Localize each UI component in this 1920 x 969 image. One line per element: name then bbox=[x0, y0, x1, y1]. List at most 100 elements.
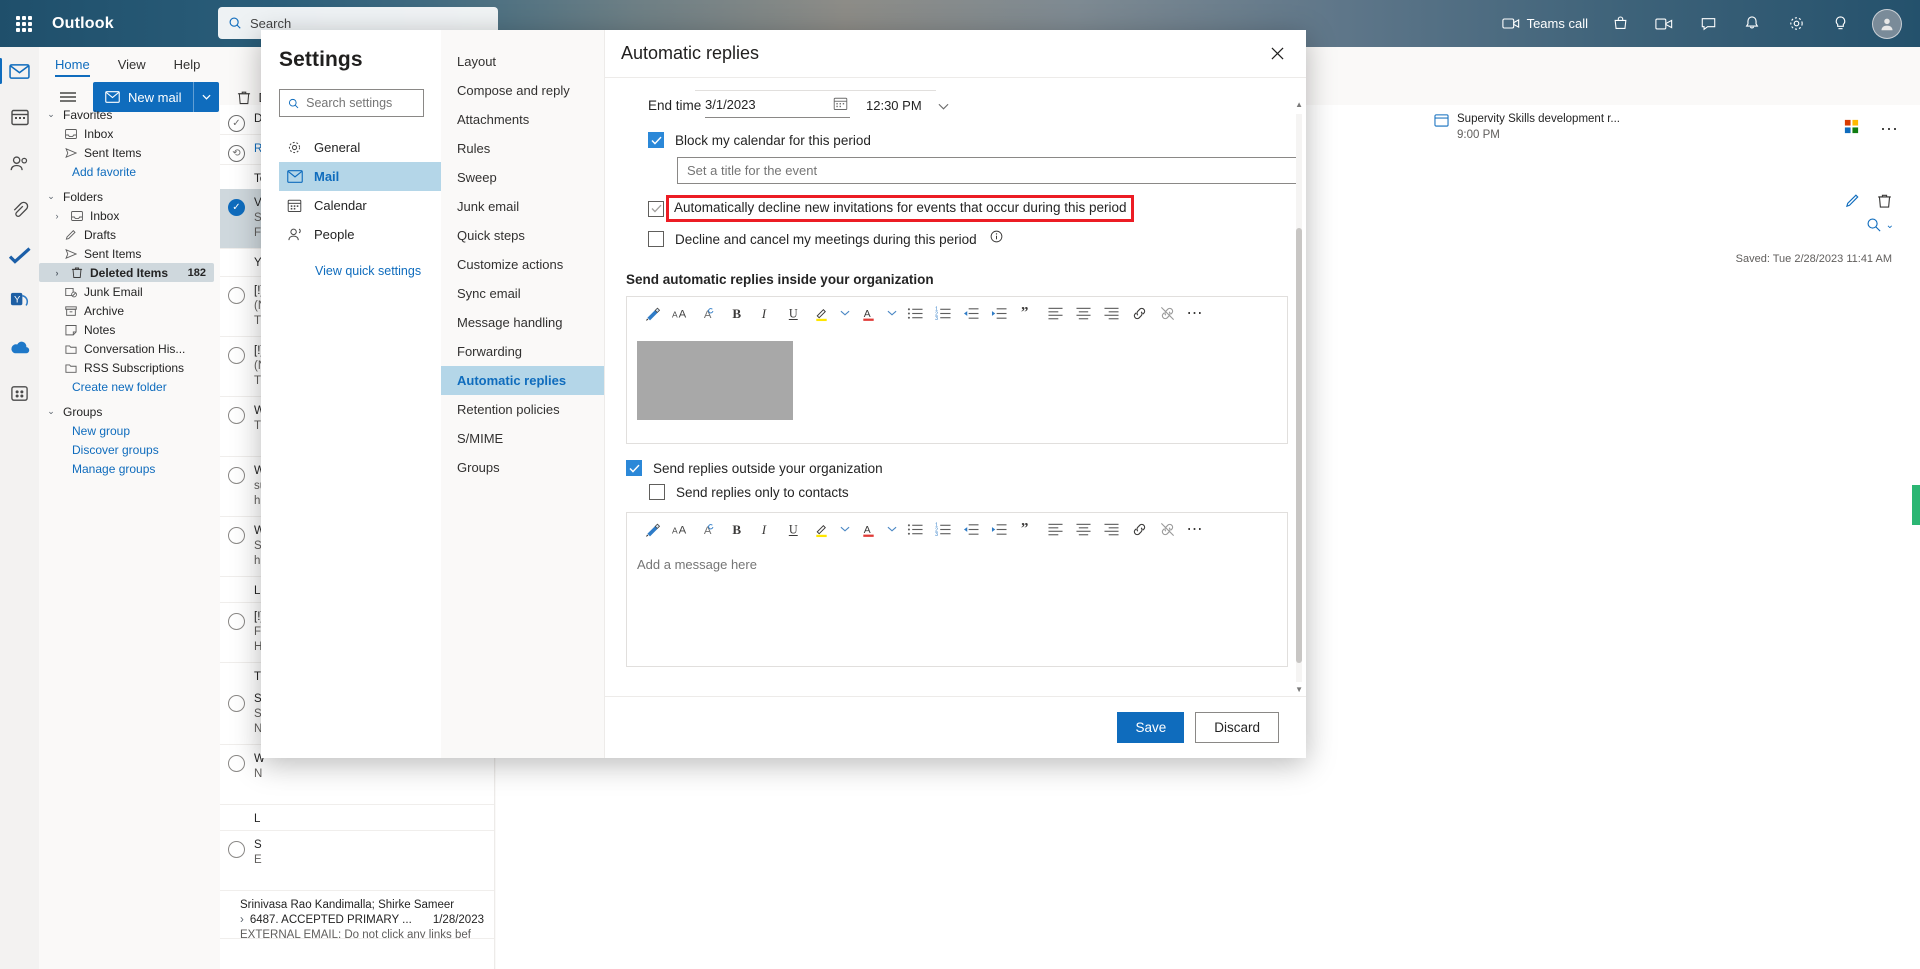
select-circle-icon[interactable] bbox=[228, 527, 245, 544]
insert-link-icon[interactable] bbox=[1125, 514, 1153, 544]
trash-icon[interactable] bbox=[1877, 193, 1892, 214]
settings-gear-icon[interactable] bbox=[1776, 0, 1816, 47]
format-painter-icon[interactable] bbox=[639, 514, 667, 544]
align-center-icon[interactable] bbox=[1069, 514, 1097, 544]
list-item[interactable]: S E bbox=[220, 831, 494, 891]
subnav-item-groups[interactable]: Groups bbox=[441, 453, 604, 482]
manage-groups-link[interactable]: Manage groups bbox=[39, 459, 220, 478]
end-time-select[interactable]: 12:30 PM bbox=[866, 98, 949, 113]
waffle-icon[interactable] bbox=[0, 0, 48, 47]
numbered-list-icon[interactable]: 123 bbox=[929, 514, 957, 544]
more-options-icon[interactable]: ⋯ bbox=[1181, 298, 1209, 328]
sidebar-item-mail[interactable]: Mail bbox=[279, 162, 441, 191]
select-circle-icon[interactable] bbox=[228, 287, 245, 304]
folder-drafts[interactable]: Drafts bbox=[39, 225, 220, 244]
underline-icon[interactable]: U bbox=[779, 514, 807, 544]
rail-todo-icon[interactable] bbox=[4, 239, 36, 271]
favorites-group-header[interactable]: ⌄ Favorites bbox=[39, 105, 220, 124]
increase-indent-icon[interactable] bbox=[985, 514, 1013, 544]
folder-sent-items[interactable]: Sent Items bbox=[39, 244, 220, 263]
decrease-indent-icon[interactable] bbox=[957, 298, 985, 328]
sidebar-item-calendar[interactable]: Calendar bbox=[279, 191, 441, 220]
settings-search-field[interactable] bbox=[306, 96, 415, 110]
decline-cancel-row[interactable]: Decline and cancel my meetings during th… bbox=[648, 230, 1288, 248]
numbered-list-icon[interactable]: 123 bbox=[929, 298, 957, 328]
folder-notes[interactable]: Notes bbox=[39, 320, 220, 339]
folder-inbox[interactable]: › Inbox bbox=[39, 206, 220, 225]
calendar-icon[interactable] bbox=[833, 96, 848, 114]
restore-icon[interactable]: ⟲ bbox=[228, 145, 245, 162]
rail-attachments-icon[interactable] bbox=[4, 193, 36, 225]
groups-group-header[interactable]: ⌄ Groups bbox=[39, 402, 220, 421]
folder-favorite-sent[interactable]: Sent Items bbox=[39, 143, 220, 162]
select-circle-icon[interactable] bbox=[228, 467, 245, 484]
tab-view[interactable]: View bbox=[118, 57, 146, 77]
font-color-chevron-down-icon[interactable] bbox=[882, 298, 901, 328]
create-new-folder-link[interactable]: Create new folder bbox=[39, 377, 220, 396]
select-circle-icon[interactable] bbox=[228, 347, 245, 364]
subnav-item-junk-email[interactable]: Junk email bbox=[441, 192, 604, 221]
bulleted-list-icon[interactable] bbox=[901, 514, 929, 544]
auto-decline-row[interactable]: Automatically decline new invitations fo… bbox=[648, 195, 1288, 222]
rail-yammer-icon[interactable]: Y bbox=[4, 285, 36, 317]
save-button[interactable]: Save bbox=[1117, 712, 1185, 743]
close-icon[interactable] bbox=[1263, 40, 1291, 68]
remove-link-icon[interactable] bbox=[1153, 514, 1181, 544]
align-right-icon[interactable] bbox=[1097, 298, 1125, 328]
meet-now-icon[interactable] bbox=[1644, 0, 1684, 47]
tab-home[interactable]: Home bbox=[55, 57, 90, 77]
discover-groups-link[interactable]: Discover groups bbox=[39, 440, 220, 459]
italic-icon[interactable]: I bbox=[751, 514, 779, 544]
select-circle-icon[interactable] bbox=[228, 407, 245, 424]
chevron-down-icon[interactable] bbox=[938, 98, 949, 113]
font-color-icon[interactable]: A bbox=[854, 298, 882, 328]
zoom-control[interactable]: ⌄ bbox=[1866, 217, 1894, 233]
subnav-item-forwarding[interactable]: Forwarding bbox=[441, 337, 604, 366]
decline-cancel-checkbox[interactable] bbox=[648, 231, 664, 247]
folder-favorite-inbox[interactable]: Inbox bbox=[39, 124, 220, 143]
increase-indent-icon[interactable] bbox=[985, 298, 1013, 328]
format-painter-icon[interactable] bbox=[639, 298, 667, 328]
expand-chevron-icon[interactable]: › bbox=[240, 913, 244, 928]
rail-apps-icon[interactable] bbox=[4, 377, 36, 409]
bold-icon[interactable]: B bbox=[723, 514, 751, 544]
bold-icon[interactable]: B bbox=[723, 298, 751, 328]
add-favorite-link[interactable]: Add favorite bbox=[39, 162, 220, 181]
font-color-chevron-down-icon[interactable] bbox=[882, 514, 901, 544]
subnav-item-quick-steps[interactable]: Quick steps bbox=[441, 221, 604, 250]
bulleted-list-icon[interactable] bbox=[901, 298, 929, 328]
list-item[interactable]: L bbox=[220, 805, 494, 831]
notifications-bell-icon[interactable] bbox=[1732, 0, 1772, 47]
sidebar-item-general[interactable]: General bbox=[279, 133, 441, 162]
event-title-input[interactable]: Set a title for the event bbox=[677, 157, 1302, 184]
discard-button[interactable]: Discard bbox=[1195, 712, 1279, 743]
only-contacts-checkbox[interactable] bbox=[649, 484, 665, 500]
lightbulb-icon[interactable] bbox=[1820, 0, 1860, 47]
view-quick-settings-link[interactable]: View quick settings bbox=[315, 264, 441, 278]
clear-formatting-icon[interactable]: A bbox=[695, 514, 723, 544]
decrease-indent-icon[interactable] bbox=[957, 514, 985, 544]
block-calendar-checkbox[interactable] bbox=[648, 132, 664, 148]
rail-onedrive-icon[interactable] bbox=[4, 331, 36, 363]
subnav-item-sweep[interactable]: Sweep bbox=[441, 163, 604, 192]
subnav-item-sync-email[interactable]: Sync email bbox=[441, 279, 604, 308]
selected-check-icon[interactable]: ✓ bbox=[228, 199, 245, 216]
avatar[interactable] bbox=[1864, 0, 1910, 47]
new-group-link[interactable]: New group bbox=[39, 421, 220, 440]
quote-icon[interactable]: ” bbox=[1013, 514, 1041, 544]
chevron-right-icon[interactable]: › bbox=[51, 268, 63, 278]
more-options-icon[interactable]: ⋯ bbox=[1181, 514, 1209, 544]
quote-icon[interactable]: ” bbox=[1013, 298, 1041, 328]
subnav-item-smime[interactable]: S/MIME bbox=[441, 424, 604, 453]
end-date-input[interactable]: 3/1/2023 bbox=[705, 92, 850, 118]
subnav-item-attachments[interactable]: Attachments bbox=[441, 105, 604, 134]
align-left-icon[interactable] bbox=[1041, 298, 1069, 328]
folder-rss-subscriptions[interactable]: RSS Subscriptions bbox=[39, 358, 220, 377]
categorize-icon[interactable] bbox=[1843, 118, 1860, 140]
list-item[interactable]: Srinivasa Rao Kandimalla; Shirke Sameer … bbox=[220, 891, 494, 939]
inside-org-message-body[interactable] bbox=[627, 329, 1287, 443]
rail-calendar-icon[interactable] bbox=[4, 101, 36, 133]
only-contacts-row[interactable]: Send replies only to contacts bbox=[649, 484, 1288, 500]
outside-org-editor[interactable]: AA A B I U A 123 ” ⋯ Add a message here bbox=[626, 512, 1288, 667]
font-size-icon[interactable]: AA bbox=[667, 298, 695, 328]
